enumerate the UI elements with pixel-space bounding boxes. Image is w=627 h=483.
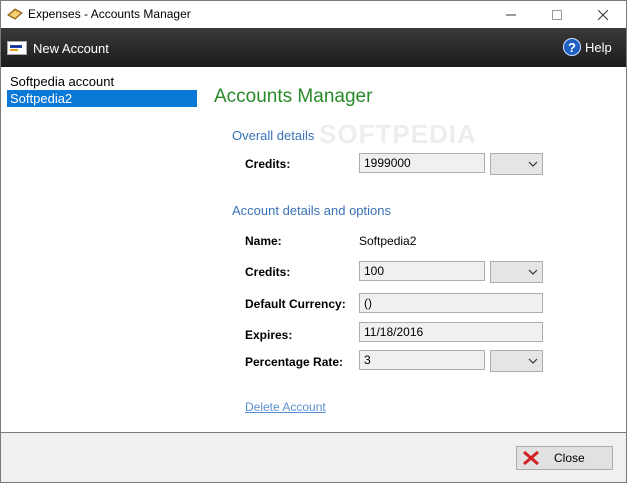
panel-edge: [613, 67, 626, 432]
credits-label: Credits:: [245, 265, 291, 279]
maximize-button[interactable]: [534, 1, 580, 28]
app-window: Expenses - Accounts Manager New Account …: [0, 0, 627, 483]
percentage-rate-field[interactable]: 3: [359, 350, 485, 370]
default-currency-field[interactable]: (): [359, 293, 543, 313]
new-account-label: New Account: [33, 40, 109, 56]
help-label: Help: [585, 39, 612, 55]
window-title: Expenses - Accounts Manager: [28, 7, 191, 21]
red-x-icon: [523, 451, 539, 465]
account-item-selected[interactable]: Softpedia2: [7, 90, 197, 107]
maximize-icon: [552, 9, 562, 20]
minimize-button[interactable]: [488, 1, 534, 28]
default-currency-label: Default Currency:: [245, 297, 346, 311]
window-close-button[interactable]: [580, 1, 626, 28]
expires-label: Expires:: [245, 328, 293, 342]
overall-credits-label: Credits:: [245, 157, 291, 171]
minimize-icon: [506, 14, 516, 15]
footer-bar: Close: [1, 432, 626, 482]
help-button[interactable]: ? Help: [563, 38, 612, 56]
accounts-list: Softpedia account Softpedia2: [1, 67, 203, 432]
overall-currency-dropdown[interactable]: [490, 153, 543, 175]
expires-field[interactable]: 11/18/2016: [359, 322, 543, 342]
close-button[interactable]: Close: [516, 446, 613, 470]
title-bar[interactable]: Expenses - Accounts Manager: [1, 1, 626, 28]
close-icon: [598, 9, 608, 20]
new-account-button[interactable]: New Account: [7, 38, 109, 58]
account-details-heading: Account details and options: [232, 203, 391, 218]
account-item[interactable]: Softpedia account: [7, 73, 197, 90]
delete-account-link[interactable]: Delete Account: [245, 400, 326, 414]
overall-details-heading: Overall details: [232, 128, 315, 143]
watermark: SOFTPEDIA: [319, 119, 477, 149]
name-value: Softpedia2: [359, 234, 417, 248]
rate-period-dropdown[interactable]: [490, 350, 543, 372]
close-label: Close: [554, 451, 585, 465]
credits-currency-dropdown[interactable]: [490, 261, 543, 283]
help-icon: ?: [563, 38, 581, 56]
overall-credits-field[interactable]: 1999000: [359, 153, 485, 173]
percentage-rate-label: Percentage Rate:: [245, 355, 344, 369]
app-icon: [7, 8, 23, 20]
page-title: Accounts Manager: [214, 86, 373, 107]
chevron-down-icon: [528, 161, 538, 167]
name-label: Name:: [245, 234, 282, 248]
credit-card-icon: [7, 41, 27, 55]
account-details-panel: SOFTPEDIA Accounts Manager Overall detai…: [203, 67, 613, 432]
toolbar: New Account ? Help: [1, 28, 626, 67]
chevron-down-icon: [528, 358, 538, 364]
chevron-down-icon: [528, 269, 538, 275]
credits-field[interactable]: 100: [359, 261, 485, 281]
